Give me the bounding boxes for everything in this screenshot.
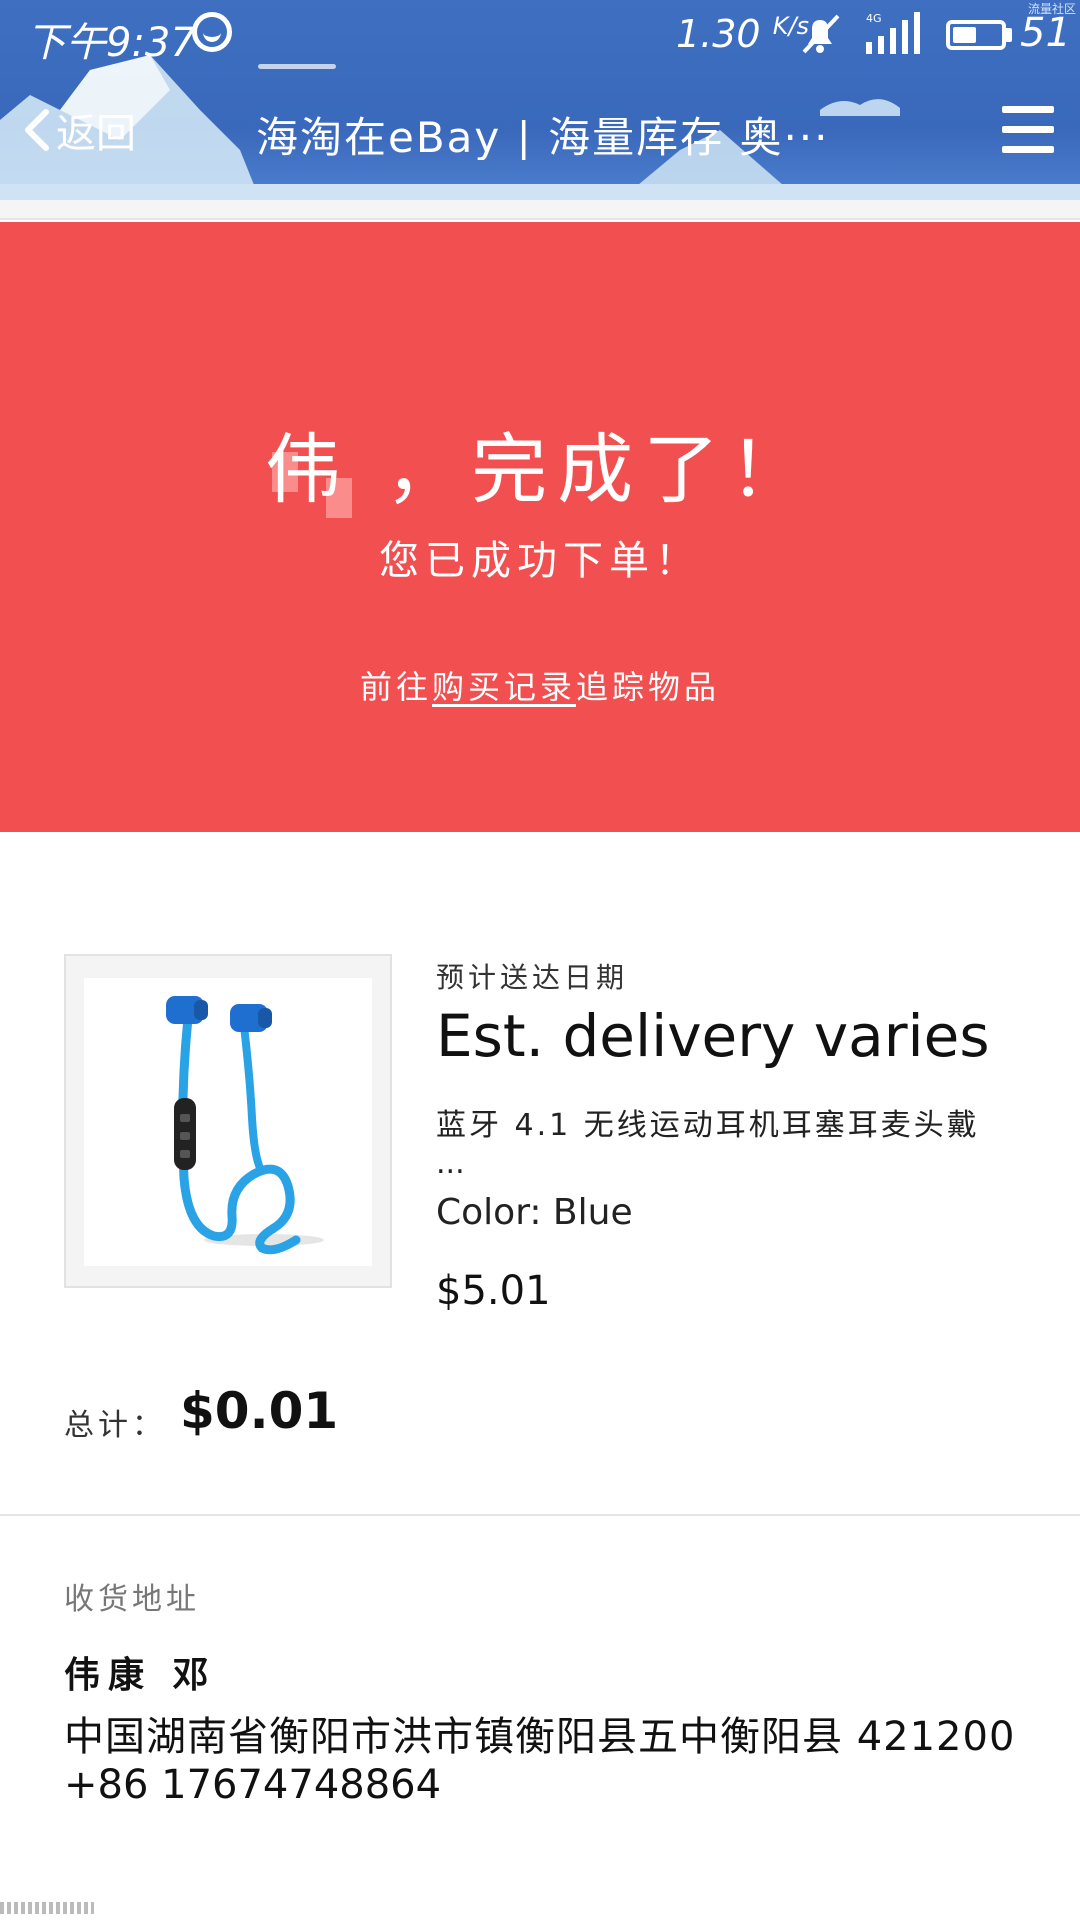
menu-icon-bar — [1002, 106, 1054, 113]
menu-icon-bar — [1002, 126, 1054, 133]
purchase-history-link[interactable]: 购买记录 — [432, 668, 576, 706]
network-speed-value: 1.30 — [676, 12, 761, 56]
network-speed: 1.30 K/s — [676, 12, 809, 56]
track-suffix: 追踪物品 — [576, 668, 721, 706]
section-divider — [0, 1514, 1080, 1516]
success-subtitle: 您已成功下单！ — [379, 538, 701, 584]
menu-icon-bar — [1002, 146, 1054, 153]
recipient-name: 伟康 邓 — [64, 1655, 217, 1696]
notification-app-icon — [192, 12, 232, 52]
success-title: 伟 ，完成了！ — [264, 425, 816, 514]
item-image-inner — [84, 978, 372, 1266]
status-bar: 下午9:37 1.30 K/s 4G 51 流量社区 — [0, 0, 1080, 69]
bluetooth-earphones-icon — [166, 996, 324, 1255]
est-delivery-label: 预计送达日期 — [436, 961, 629, 994]
item-title-ellipsis: ... — [436, 1146, 465, 1181]
battery-tip — [1006, 28, 1012, 42]
signal-strength-icon: 4G — [866, 12, 920, 54]
corner-watermark: 流量社区 — [1027, 2, 1076, 16]
chevron-left-icon — [25, 109, 49, 151]
footer-watermark — [0, 1902, 94, 1914]
back-button[interactable]: 返回 — [22, 100, 136, 160]
app-header: 下午9:37 1.30 K/s 4G 51 流量社区 返回 海淘在eBay | … — [0, 0, 1080, 200]
back-label: 返回 — [56, 111, 136, 157]
shipping-address-label: 收货地址 — [64, 1582, 200, 1617]
recipient-phone: +86 17674748864 — [64, 1762, 442, 1808]
status-time: 下午9:37 — [26, 20, 196, 66]
shipping-address: 中国湖南省衡阳市洪市镇衡阳县五中衡阳县 421200 — [64, 1714, 1016, 1760]
tab-indicator — [258, 64, 336, 69]
page-title: 海淘在eBay | 海量库存 奥··· — [256, 113, 830, 160]
item-price: $5.01 — [436, 1268, 551, 1314]
battery-icon — [946, 20, 1006, 50]
header-separator — [0, 200, 1080, 220]
total-value: $0.01 — [180, 1382, 339, 1440]
item-color: Color: Blue — [436, 1192, 633, 1233]
item-title[interactable]: 蓝牙 4.1 无线运动耳机耳塞耳麦头戴 — [436, 1100, 1016, 1144]
track-prefix: 前往 — [359, 668, 432, 706]
battery-level-fill — [953, 27, 976, 43]
item-image[interactable] — [64, 954, 392, 1288]
est-delivery-value: Est. delivery varies — [436, 1002, 990, 1070]
order-success-banner: 伟 ，完成了！ 您已成功下单！ 前往购买记录追踪物品 — [0, 222, 1080, 832]
mute-bell-icon — [802, 14, 840, 54]
menu-icon[interactable] — [1002, 104, 1054, 156]
network-type-label: 4G — [866, 12, 882, 25]
total-label: 总计： — [64, 1408, 166, 1443]
track-items-line: 前往购买记录追踪物品 — [0, 662, 1080, 708]
